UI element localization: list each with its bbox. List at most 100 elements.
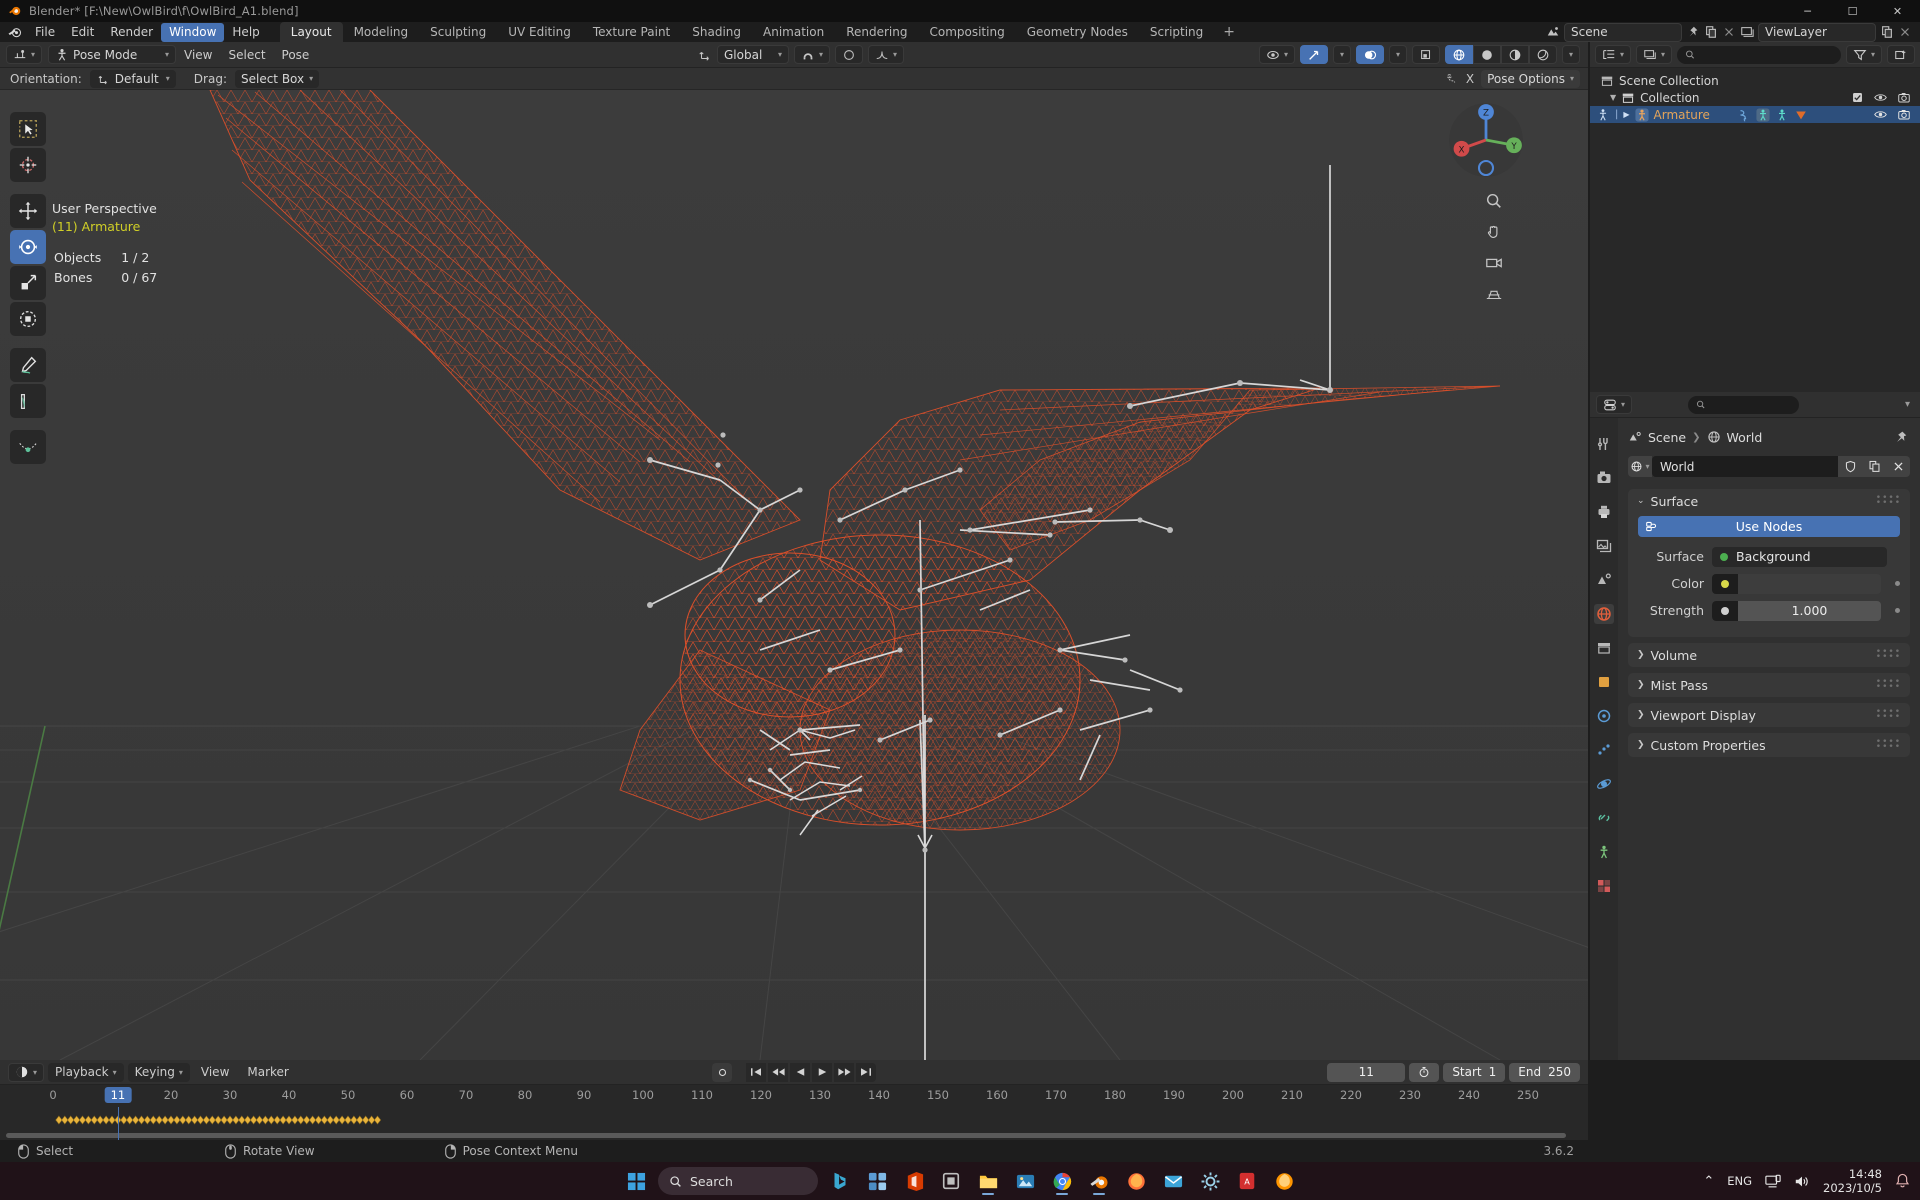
viewlayer-selector[interactable]: ViewLayer [1758,22,1876,42]
scale-tool-button[interactable] [10,266,46,300]
timeline-horizontal-scrollbar[interactable] [6,1133,1566,1138]
start-frame-field[interactable]: Start 1 [1443,1062,1506,1082]
outliner-search-input[interactable] [1677,45,1841,64]
outliner-filter-button[interactable]: ▾ [1845,45,1882,64]
breadcrumb-scene[interactable]: Scene [1648,430,1686,445]
pin-id-icon[interactable] [1894,430,1908,444]
blender-app-icon[interactable] [6,24,23,40]
pose-options-dropdown[interactable]: Pose Options ▾ [1481,69,1580,88]
properties-search-input[interactable] [1688,395,1799,414]
timeline-menu-playback[interactable]: Playback ▾ [48,1062,124,1082]
properties-editor[interactable]: ▾ ▾ Scene ❯ World ▾ World ⌄ Surface ••••… [1590,392,1920,1060]
overlays-dropdown[interactable]: ▾ [1388,45,1407,64]
wireframe-shading-button[interactable] [1444,45,1473,64]
surface-shader-dropdown[interactable]: Background [1712,546,1887,567]
strength-value[interactable]: 1.000 [1738,603,1881,618]
tab-collection[interactable] [1594,638,1614,658]
menu-render[interactable]: Render [102,23,161,42]
outliner-editor-type-button[interactable]: ▾ [1595,45,1632,64]
tab-object-constraints[interactable] [1594,808,1614,828]
clock[interactable]: 14:48 2023/10/5 [1823,1167,1882,1195]
color-animate-decorator[interactable] [1895,581,1900,586]
new-scene-icon[interactable] [1704,25,1718,39]
bone-group-icon[interactable] [1794,108,1808,122]
panel-custom-properties-header[interactable]: ❯ Custom Properties •••• •••• [1628,733,1910,757]
new-collection-button[interactable] [1887,45,1915,64]
keyframe-markers[interactable] [0,1112,1588,1132]
viewport-menu-select[interactable]: Select [221,48,274,62]
menu-edit[interactable]: Edit [63,23,102,42]
visibility-selector[interactable]: ▾ [1258,45,1295,64]
use-preview-range-button[interactable] [1409,1062,1440,1082]
properties-options-dropdown[interactable]: ▾ [1905,399,1914,410]
material-preview-button[interactable] [1500,45,1529,64]
eye-icon[interactable] [1874,92,1887,103]
prev-keyframe-button[interactable] [768,1062,788,1082]
unlink-world-button[interactable] [1886,456,1910,477]
tab-world[interactable] [1594,604,1614,624]
snipping-tool-icon[interactable] [936,1166,966,1196]
viewport-menu-view[interactable]: View [176,48,220,62]
navigation-gizmo[interactable]: Z X Y [1444,98,1528,182]
next-keyframe-button[interactable] [834,1062,854,1082]
new-world-button[interactable] [1862,456,1886,477]
use-nodes-button[interactable]: Use Nodes [1638,516,1900,537]
delete-scene-icon[interactable] [1722,25,1736,39]
editor-type-selector[interactable]: ▾ [6,45,43,64]
interaction-mode-selector[interactable]: Pose Mode ▾ [48,45,177,64]
jump-to-end-button[interactable] [856,1062,876,1082]
timeline-ruler[interactable]: 0102030405060708090100110120130140150160… [0,1085,1588,1107]
tab-output[interactable] [1594,502,1614,522]
proportional-falloff-selector[interactable]: ▾ [868,45,905,64]
camera-render-icon[interactable] [1898,109,1910,120]
outliner-row-scene-collection[interactable]: Scene Collection [1590,72,1920,89]
notification-bell-icon[interactable] [1895,1173,1910,1189]
panel-grip-icon[interactable]: •••• •••• [1876,648,1901,662]
panel-grip-icon[interactable]: •••• •••• [1876,494,1901,508]
tab-shading[interactable]: Shading [681,22,752,42]
toggle-ortho-button[interactable] [1483,283,1505,305]
pin-icon[interactable] [1686,25,1700,39]
tab-modeling[interactable]: Modeling [343,22,420,42]
breakdowner-tool-button[interactable] [10,430,46,464]
bing-chat-icon[interactable] [825,1166,855,1196]
firefox-icon[interactable] [1121,1166,1151,1196]
gizmo-dropdown[interactable]: ▾ [1332,45,1351,64]
outliner-row-collection[interactable]: ▼ Collection [1590,89,1920,106]
orientation-dropdown[interactable]: Default ▾ [89,69,176,88]
current-frame-field[interactable]: 11 [1327,1062,1406,1082]
tab-uv-editing[interactable]: UV Editing [497,22,582,42]
armature-disclosure-triangle[interactable]: ▶ [1623,110,1629,119]
menu-file[interactable]: File [27,23,63,42]
close-button[interactable]: ✕ [1875,0,1920,22]
camera-view-button[interactable] [1483,252,1505,274]
settings-icon[interactable] [1195,1166,1225,1196]
panel-grip-icon[interactable]: •••• •••• [1876,708,1901,722]
tab-view-layer[interactable] [1594,536,1614,556]
panel-grip-icon[interactable]: •••• •••• [1876,738,1901,752]
photos-icon[interactable] [1010,1166,1040,1196]
new-viewlayer-icon[interactable] [1880,25,1894,39]
tab-material[interactable] [1594,876,1614,896]
solid-shading-button[interactable] [1472,45,1501,64]
pan-view-button[interactable] [1483,221,1505,243]
timeline-editor[interactable]: ▾ Playback ▾ Keying ▾ View Marker 11 Sta… [0,1060,1588,1140]
timeline-keyframe-track[interactable] [0,1107,1588,1140]
timeline-playhead-label[interactable]: 11 [104,1087,132,1103]
tray-chevron-up-icon[interactable]: ⌃ [1703,1174,1714,1189]
tab-scene[interactable] [1594,570,1614,590]
tab-sculpting[interactable]: Sculpting [419,22,497,42]
widgets-icon[interactable] [862,1166,892,1196]
properties-editor-type-button[interactable]: ▾ [1596,395,1633,414]
outliner-editor[interactable]: ▾ ▾ ▾ Scene Collection ▼ Collection | ▶ … [1590,42,1920,392]
tab-compositing[interactable]: Compositing [918,22,1015,42]
language-indicator[interactable]: ENG [1727,1174,1752,1188]
panel-viewport-display-header[interactable]: ❯ Viewport Display •••• •••• [1628,703,1910,727]
tab-tool[interactable] [1594,434,1614,454]
auto-keying-button[interactable] [712,1062,732,1082]
breadcrumb-world[interactable]: World [1727,430,1763,445]
start-button[interactable] [621,1166,651,1196]
timeline-playhead-line[interactable] [117,1107,119,1140]
world-name-field[interactable]: World [1652,456,1838,477]
color-swatch[interactable] [1738,573,1881,594]
